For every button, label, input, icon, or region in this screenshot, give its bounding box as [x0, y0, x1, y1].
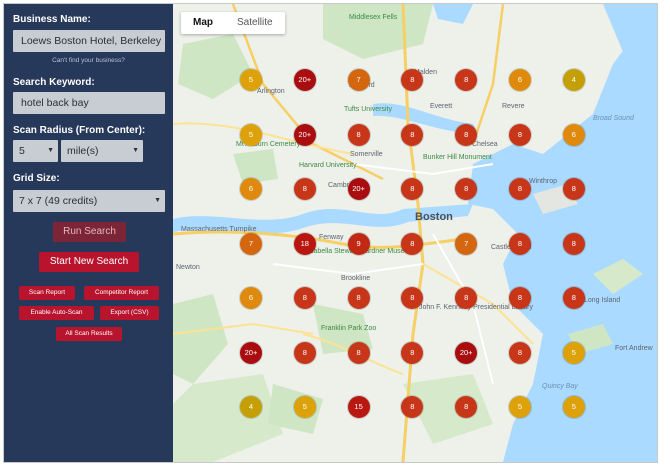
map-label-boston: Boston — [415, 211, 453, 223]
enable-auto-scan-button[interactable]: Enable Auto-Scan — [19, 306, 94, 320]
map-label-fells: Middlesex Fells — [349, 14, 398, 21]
map-label-chelsea: Chelsea — [472, 141, 498, 148]
rank-pin[interactable]: 20+ — [293, 69, 316, 91]
rank-pin[interactable]: 6 — [240, 178, 262, 200]
map-label-tufts: Tufts University — [344, 106, 392, 113]
map-label-revere: Revere — [502, 103, 525, 110]
rank-pin[interactable]: 8 — [293, 341, 316, 364]
start-new-search-button[interactable]: Start New Search — [39, 252, 139, 272]
rank-pin[interactable]: 8 — [509, 341, 531, 364]
rank-pin[interactable]: 5 — [562, 341, 585, 364]
search-panel: Business Name: Loews Boston Hotel, Berke… — [4, 4, 173, 462]
map-label-fort-andrew: Fort Andrew — [615, 345, 653, 352]
radius-unit: mile(s) — [67, 145, 99, 157]
rank-pin[interactable]: 7 — [240, 232, 262, 255]
scan-report-button[interactable]: Scan Report — [19, 286, 75, 300]
rank-pin[interactable]: 20+ — [347, 178, 370, 200]
rank-pin[interactable]: 8 — [509, 178, 531, 200]
chevron-down-icon: ▼ — [132, 147, 139, 154]
app-frame: Business Name: Loews Boston Hotel, Berke… — [3, 3, 658, 463]
rank-pin[interactable]: 7 — [347, 69, 370, 91]
map-label-bunker-hill: Bunker Hill Monument — [423, 154, 492, 161]
map-label-broad-sound: Broad Sound — [593, 115, 634, 122]
rank-pin[interactable]: 8 — [347, 123, 370, 146]
map-label-newton: Newton — [176, 264, 200, 271]
rank-pin[interactable]: 5 — [509, 396, 531, 418]
rank-pin[interactable]: 4 — [562, 69, 585, 91]
map-label-quincy-bay: Quincy Bay — [542, 383, 578, 390]
radius-value-select[interactable]: 5 ▼ — [13, 140, 58, 162]
export-csv-button[interactable]: Export (CSV) — [100, 306, 159, 320]
rank-pin[interactable]: 5 — [562, 396, 585, 418]
rank-pin[interactable]: 15 — [347, 396, 370, 418]
rank-pin[interactable]: 6 — [240, 287, 262, 309]
grid-size-value: 7 x 7 (49 credits) — [19, 195, 98, 207]
rank-pin[interactable]: 20+ — [240, 341, 262, 364]
rank-pin[interactable]: 8 — [562, 178, 585, 200]
map-view[interactable]: Map Satellite Arlington Medford Malden E… — [173, 4, 657, 462]
grid-size-label: Grid Size: — [13, 173, 60, 184]
all-scan-results-button[interactable]: All Scan Results — [56, 327, 122, 341]
rank-pin[interactable]: 6 — [562, 123, 585, 146]
map-label-fenway: Fenway — [319, 234, 344, 241]
map-label-mass-pike: Massachusetts Turnpike — [181, 226, 257, 233]
rank-pin[interactable]: 5 — [293, 396, 316, 418]
rank-pin[interactable]: 20+ — [455, 341, 478, 364]
rank-pin[interactable]: 5 — [240, 69, 262, 91]
rank-pin[interactable]: 9 — [347, 232, 370, 255]
tab-satellite[interactable]: Satellite — [225, 12, 285, 34]
map-label-harvard: Harvard University — [299, 162, 357, 169]
map-type-toggle: Map Satellite — [181, 12, 285, 34]
map-label-arlington: Arlington — [257, 88, 285, 95]
rank-pin[interactable]: 8 — [455, 123, 478, 146]
map-label-everett: Everett — [430, 103, 453, 110]
competitor-report-button[interactable]: Competitor Report — [84, 286, 159, 300]
search-keyword-label: Search Keyword: — [13, 77, 95, 88]
map-label-winthrop: Winthrop — [529, 178, 558, 185]
rank-pin[interactable]: 8 — [347, 341, 370, 364]
map-label-franklin-park-zoo: Franklin Park Zoo — [321, 325, 377, 332]
rank-pin[interactable]: 8 — [509, 123, 531, 146]
scan-radius-label: Scan Radius (From Center): — [13, 125, 146, 136]
rank-pin[interactable]: 8 — [401, 232, 424, 255]
chevron-down-icon: ▼ — [154, 197, 161, 204]
chevron-down-icon: ▼ — [47, 147, 54, 154]
run-search-button[interactable]: Run Search — [53, 222, 126, 242]
rank-pin[interactable]: 18 — [293, 232, 316, 255]
radius-value: 5 — [19, 145, 25, 157]
map-label-somerville: Somerville — [350, 151, 383, 158]
business-name-input[interactable]: Loews Boston Hotel, Berkeley — [13, 30, 165, 52]
rank-pin[interactable]: 8 — [562, 287, 585, 309]
tab-map[interactable]: Map — [181, 12, 225, 34]
map-label-brookline: Brookline — [341, 275, 371, 282]
rank-pin[interactable]: 8 — [509, 287, 531, 309]
rank-pin[interactable]: 8 — [401, 123, 424, 146]
cant-find-business-link[interactable]: Can't find your business? — [4, 57, 173, 64]
radius-unit-select[interactable]: mile(s) ▼ — [61, 140, 143, 162]
rank-pin[interactable]: 8 — [509, 232, 531, 255]
rank-pin[interactable]: 8 — [401, 341, 424, 364]
rank-pin[interactable]: 8 — [293, 178, 316, 200]
grid-size-select[interactable]: 7 x 7 (49 credits) ▼ — [13, 190, 165, 212]
business-name-label: Business Name: — [13, 14, 91, 25]
rank-pin[interactable]: 7 — [455, 232, 478, 255]
map-label-long-island: Long Island — [584, 297, 621, 304]
rank-pin[interactable]: 5 — [240, 123, 262, 146]
rank-pin[interactable]: 6 — [509, 69, 531, 91]
rank-pin[interactable]: 4 — [240, 396, 262, 418]
rank-pin[interactable]: 8 — [347, 287, 370, 309]
search-keyword-input[interactable]: hotel back bay — [13, 92, 165, 114]
rank-pin[interactable]: 8 — [562, 232, 585, 255]
rank-pin[interactable]: 20+ — [293, 123, 316, 146]
rank-pin[interactable]: 8 — [293, 287, 316, 309]
